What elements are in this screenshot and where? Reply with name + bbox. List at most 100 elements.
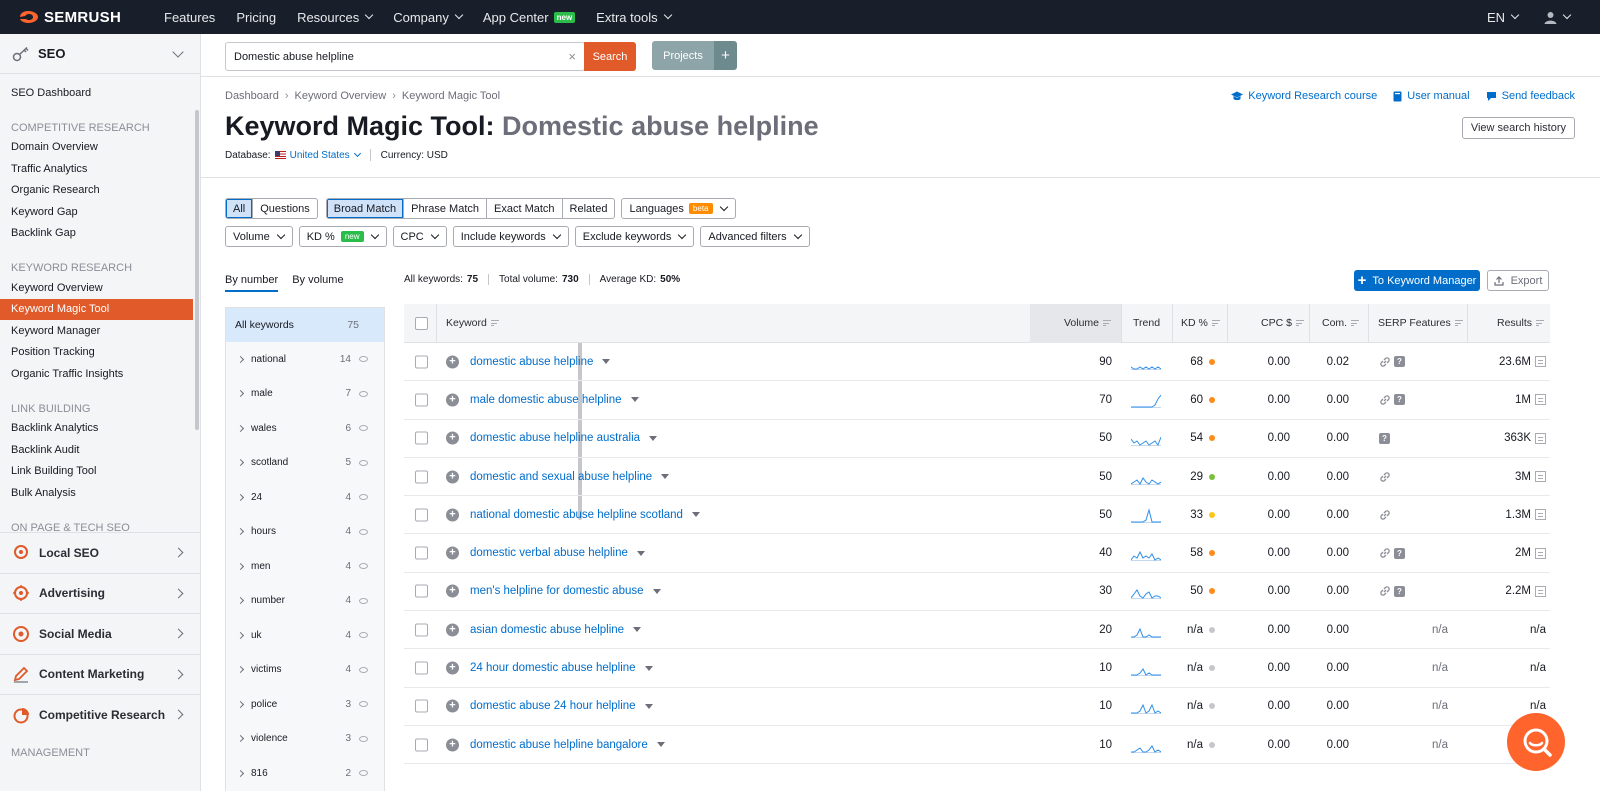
sidebar-section-content-marketing[interactable]: Content Marketing <box>0 653 200 695</box>
caret-down-icon[interactable] <box>661 474 670 480</box>
filter-phrase-match[interactable]: Phrase Match <box>404 199 488 218</box>
caret-down-icon[interactable] <box>630 397 639 403</box>
tab-by-volume[interactable]: By volume <box>292 274 343 292</box>
row-checkbox[interactable] <box>415 546 428 560</box>
keyword-link[interactable]: male domestic abuse helpline <box>470 394 639 406</box>
col-serp-features[interactable]: SERP Features <box>1378 304 1463 343</box>
languages-dropdown[interactable]: Languages beta <box>621 198 736 219</box>
keyword-link[interactable]: 24 hour domestic abuse helpline <box>470 662 653 674</box>
sidebar-section-local-seo[interactable]: Local SEO <box>0 532 200 573</box>
sidebar-item-backlink-audit[interactable]: Backlink Audit <box>0 439 200 461</box>
eye-icon[interactable] <box>359 528 368 535</box>
filter-related[interactable]: Related <box>563 199 615 218</box>
sidebar-item-keyword-magic-tool[interactable]: Keyword Magic Tool <box>0 298 193 320</box>
serp-snapshot-icon[interactable] <box>1535 547 1546 559</box>
view-search-history-button[interactable]: View search history <box>1461 117 1575 139</box>
col-competition[interactable]: Com. <box>1322 304 1360 343</box>
group-item[interactable]: police 3 <box>226 687 384 722</box>
send-feedback-link[interactable]: Send feedback <box>1486 90 1575 102</box>
caret-down-icon[interactable] <box>636 550 645 556</box>
chevron-right-icon[interactable] <box>236 597 245 605</box>
filter-advanced-filters-dropdown[interactable]: Advanced filters <box>700 226 810 247</box>
filter-cpc-dropdown[interactable]: CPC <box>392 226 447 247</box>
nav-pricing[interactable]: Pricing <box>236 10 276 25</box>
add-to-list-icon[interactable]: + <box>446 431 459 445</box>
nav-resources[interactable]: Resources <box>297 10 374 25</box>
group-all-keywords[interactable]: All keywords 75 <box>226 308 384 342</box>
filter-kd-dropdown[interactable]: KD % new <box>298 226 387 247</box>
group-item[interactable]: national 14 <box>226 342 384 377</box>
keyword-link[interactable]: domestic abuse 24 hour helpline <box>470 700 653 712</box>
caret-down-icon[interactable] <box>633 627 642 633</box>
sidebar-section-competitive-research[interactable]: Competitive Research <box>0 694 200 735</box>
sidebar-section-advertising[interactable]: Advertising <box>0 572 200 614</box>
group-item[interactable]: hours 4 <box>226 515 384 550</box>
add-to-list-icon[interactable]: + <box>446 355 459 369</box>
filter-exclude-keywords-dropdown[interactable]: Exclude keywords <box>574 226 695 247</box>
sidebar-section-social-media[interactable]: Social Media <box>0 613 200 654</box>
row-checkbox[interactable] <box>415 393 428 407</box>
sidebar-item-bulk-analysis[interactable]: Bulk Analysis <box>0 482 200 504</box>
filter-questions[interactable]: Questions <box>253 199 317 218</box>
row-checkbox[interactable] <box>415 584 428 598</box>
tab-by-number[interactable]: By number <box>225 274 279 292</box>
eye-icon[interactable] <box>359 425 368 432</box>
keyword-link[interactable]: domestic abuse helpline <box>470 356 611 368</box>
serp-snapshot-icon[interactable] <box>1535 356 1546 368</box>
add-to-list-icon[interactable]: + <box>446 470 459 484</box>
col-kd[interactable]: KD % <box>1181 304 1220 343</box>
language-selector[interactable]: EN <box>1487 10 1520 25</box>
add-to-list-icon[interactable]: + <box>446 393 459 407</box>
caret-down-icon[interactable] <box>691 512 700 518</box>
col-volume[interactable]: Volume <box>1064 304 1112 343</box>
col-results[interactable]: Results <box>1497 304 1545 343</box>
row-checkbox[interactable] <box>415 355 428 369</box>
group-item[interactable]: male 7 <box>226 377 384 412</box>
chevron-right-icon[interactable] <box>236 562 245 570</box>
sidebar-scrollbar[interactable] <box>195 110 199 430</box>
keyword-link[interactable]: domestic and sexual abuse helpline <box>470 471 670 483</box>
group-item[interactable]: men 4 <box>226 549 384 584</box>
chevron-right-icon[interactable] <box>236 769 245 777</box>
add-to-list-icon[interactable]: + <box>446 661 459 675</box>
sidebar-item-organic-research[interactable]: Organic Research <box>0 180 200 202</box>
chevron-right-icon[interactable] <box>236 735 245 743</box>
add-to-list-icon[interactable]: + <box>446 699 459 713</box>
caret-down-icon[interactable] <box>649 435 658 441</box>
sidebar-item-position-tracking[interactable]: Position Tracking <box>0 342 200 364</box>
col-keyword[interactable]: Keyword <box>446 304 499 343</box>
add-to-list-icon[interactable]: + <box>446 623 459 637</box>
database-selector[interactable]: United States <box>290 150 361 161</box>
chevron-right-icon[interactable] <box>236 700 245 708</box>
user-manual-link[interactable]: User manual <box>1393 90 1470 102</box>
to-keyword-manager-button[interactable]: + To Keyword Manager <box>1354 270 1480 291</box>
group-item[interactable]: 24 4 <box>226 480 384 515</box>
row-checkbox[interactable] <box>415 508 428 522</box>
group-item[interactable]: 816 2 <box>226 756 384 791</box>
sidebar-seo-toggle[interactable]: SEO <box>0 34 200 74</box>
chevron-right-icon[interactable] <box>236 666 245 674</box>
breadcrumb-keyword-overview[interactable]: Keyword Overview <box>295 90 387 102</box>
caret-down-icon[interactable] <box>602 359 611 365</box>
chevron-right-icon[interactable] <box>236 459 245 467</box>
sidebar-item-domain-overview[interactable]: Domain Overview <box>0 137 200 159</box>
sidebar-item-seo-dashboard[interactable]: SEO Dashboard <box>0 82 200 104</box>
keyword-link[interactable]: asian domestic abuse helpline <box>470 624 642 636</box>
caret-down-icon[interactable] <box>652 588 661 594</box>
search-button[interactable]: Search <box>584 42 636 71</box>
group-item[interactable]: victims 4 <box>226 653 384 688</box>
row-checkbox[interactable] <box>415 661 428 675</box>
eye-icon[interactable] <box>359 735 368 742</box>
chevron-right-icon[interactable] <box>236 355 245 363</box>
sidebar-item-keyword-overview[interactable]: Keyword Overview <box>0 277 200 299</box>
keyword-link[interactable]: national domestic abuse helpline scotlan… <box>470 509 700 521</box>
caret-down-icon[interactable] <box>644 703 653 709</box>
sidebar-item-backlink-analytics[interactable]: Backlink Analytics <box>0 418 200 440</box>
row-checkbox[interactable] <box>415 738 428 752</box>
add-to-list-icon[interactable]: + <box>446 546 459 560</box>
sidebar-item-organic-traffic-insights[interactable]: Organic Traffic Insights <box>0 363 200 385</box>
serp-snapshot-icon[interactable] <box>1535 509 1546 521</box>
nav-company[interactable]: Company <box>393 10 464 25</box>
caret-down-icon[interactable] <box>644 665 653 671</box>
search-input[interactable]: Domestic abuse helpline × <box>225 42 585 71</box>
